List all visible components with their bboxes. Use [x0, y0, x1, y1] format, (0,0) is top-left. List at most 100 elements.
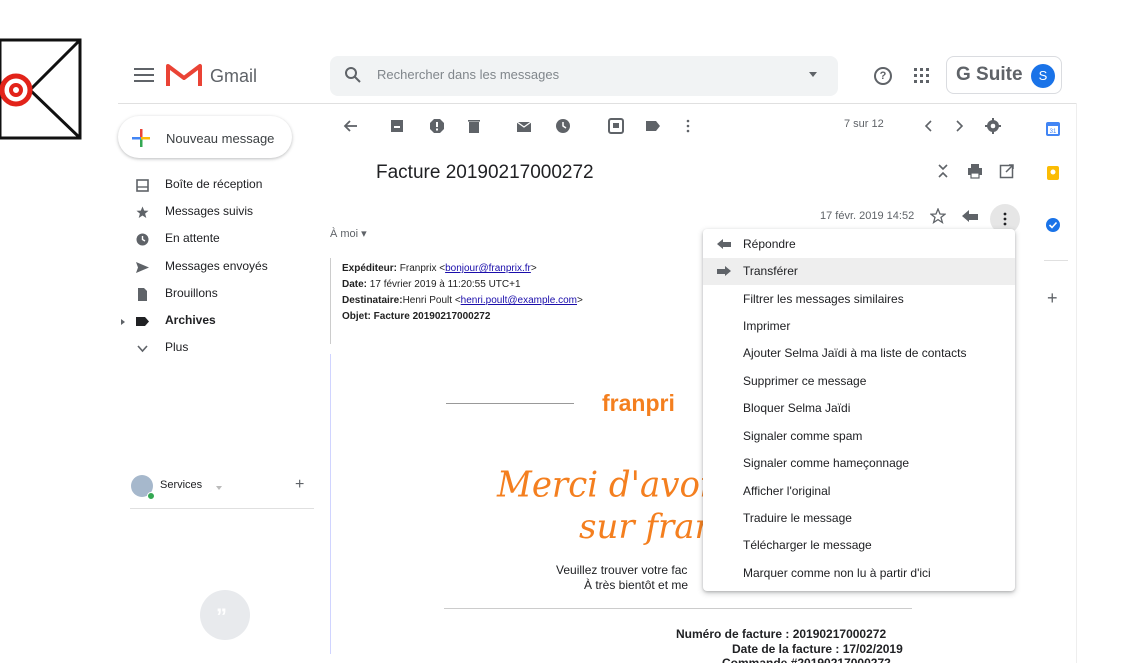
menu-item-block[interactable]: Bloquer Selma Jaïdi — [703, 395, 1015, 422]
help-icon[interactable]: ? — [874, 67, 892, 85]
menu-item-show-original[interactable]: Afficher l'original — [703, 478, 1015, 505]
sidebar-item-inbox[interactable]: Boîte de réception — [118, 173, 314, 199]
search-icon[interactable] — [344, 66, 362, 84]
services-dropdown-icon[interactable] — [216, 486, 222, 490]
services-label[interactable]: Services — [160, 479, 202, 491]
decorative-rule — [446, 403, 574, 404]
email-envelope-logo — [0, 38, 82, 140]
next-icon[interactable] — [951, 118, 967, 134]
script-heading-line1: Merci d'avoir — [497, 464, 728, 506]
menu-item-add-contact[interactable]: Ajouter Selma Jaïdi à ma liste de contac… — [703, 340, 1015, 367]
menu-item-label: Imprimer — [743, 319, 791, 333]
calendar-icon[interactable]: 31 — [1046, 122, 1060, 136]
more-actions-menu: Répondre Transférer Filtrer les messages… — [703, 229, 1015, 591]
sidebar-item-sent[interactable]: Messages envoyés — [118, 255, 314, 281]
more-vertical-icon[interactable] — [997, 211, 1013, 227]
gmail-brand-label[interactable]: Gmail — [210, 66, 257, 87]
menu-item-report-spam[interactable]: Signaler comme spam — [703, 423, 1015, 450]
script-heading-line2: sur fran — [579, 507, 717, 547]
menu-item-print[interactable]: Imprimer — [703, 313, 1015, 340]
more-icon[interactable] — [680, 118, 696, 134]
star-icon[interactable] — [930, 208, 946, 224]
tasks-icon[interactable] — [1046, 218, 1060, 232]
print-icon[interactable] — [967, 163, 983, 179]
svg-text:31: 31 — [1050, 129, 1057, 135]
menu-item-label: Télécharger le message — [743, 538, 872, 552]
menu-item-label: Transférer — [743, 264, 798, 278]
keep-icon[interactable] — [1046, 166, 1060, 180]
sidebar-item-label: En attente — [165, 231, 220, 245]
fwd-date: Date: 17 février 2019 à 11:20:55 UTC+1 — [342, 279, 521, 290]
gmail-logo[interactable] — [166, 62, 202, 88]
sidebar-item-snoozed[interactable]: En attente — [118, 227, 314, 253]
menu-item-report-phishing[interactable]: Signaler comme hameçonnage — [703, 450, 1015, 477]
menu-item-mark-unread[interactable]: Marquer comme non lu à partir d'ici — [703, 560, 1015, 587]
sidebar-item-more[interactable]: Plus — [118, 336, 314, 362]
sidebar-item-label: Archives — [165, 313, 216, 327]
sidebar-item-label: Plus — [165, 340, 189, 354]
sender-email-link[interactable]: bonjour@franprix.fr — [445, 263, 531, 274]
get-addons-add-icon[interactable]: + — [1047, 288, 1058, 309]
menu-item-download[interactable]: Télécharger le message — [703, 532, 1015, 559]
expand-all-icon[interactable] — [935, 163, 951, 179]
delete-icon[interactable] — [466, 118, 482, 134]
header-divider — [118, 103, 1076, 104]
reply-icon[interactable] — [962, 210, 978, 224]
mark-unread-icon[interactable] — [516, 118, 532, 134]
sidebar-item-drafts[interactable]: Brouillons — [118, 282, 314, 308]
menu-item-translate[interactable]: Traduire le message — [703, 505, 1015, 532]
sidebar-item-label: Boîte de réception — [165, 177, 263, 191]
body-line1: Veuillez trouver votre fac — [556, 563, 688, 577]
label-icon[interactable] — [645, 118, 661, 134]
gsuite-label: G Suite — [956, 64, 1023, 85]
report-spam-icon[interactable] — [429, 118, 445, 134]
prev-icon[interactable] — [921, 118, 937, 134]
message-date: 17 févr. 2019 14:52 — [820, 210, 915, 222]
move-to-icon[interactable] — [608, 118, 624, 134]
menu-item-label: Répondre — [743, 237, 796, 251]
services-divider — [130, 508, 314, 509]
invoice-number: Numéro de facture : 20190217000272 — [676, 627, 887, 641]
archive-icon[interactable] — [389, 118, 405, 134]
invoice-order-partial: Commande #20190217000272 — [722, 656, 891, 663]
inbox-icon — [136, 179, 149, 192]
menu-item-label: Bloquer Selma Jaïdi — [743, 401, 851, 415]
forward-icon — [717, 266, 731, 276]
expand-arrow-icon[interactable] — [120, 318, 126, 326]
reply-icon — [717, 239, 731, 249]
menu-item-label: Afficher l'original — [743, 484, 831, 498]
online-status-dot — [147, 492, 155, 500]
menu-item-filter-similar[interactable]: Filtrer les messages similaires — [703, 286, 1015, 313]
apps-grid-icon[interactable] — [914, 68, 929, 83]
franprix-logo-text: franpri — [602, 390, 675, 416]
sidebar-item-archives[interactable]: Archives — [118, 309, 314, 335]
sidebar-item-label: Messages envoyés — [165, 259, 268, 273]
body-divider — [444, 608, 912, 609]
clock-icon — [136, 233, 149, 246]
back-icon[interactable] — [343, 118, 359, 134]
snooze-icon[interactable] — [555, 118, 571, 134]
menu-item-forward[interactable]: Transférer — [703, 258, 1015, 285]
quote-divider — [330, 258, 331, 344]
menu-item-label: Filtrer les messages similaires — [743, 292, 904, 306]
label-icon — [136, 317, 149, 326]
menu-item-reply[interactable]: Répondre — [703, 231, 1015, 258]
search-input[interactable]: Rechercher dans les messages — [377, 67, 559, 82]
fwd-to: Destinataire:Henri Poult <henri.poult@ex… — [342, 295, 583, 306]
menu-item-delete[interactable]: Supprimer ce message — [703, 368, 1015, 395]
recipient-toggle[interactable]: À moi ▾ — [330, 227, 367, 240]
settings-icon[interactable] — [985, 118, 1001, 134]
side-panel-separator — [1044, 260, 1068, 261]
hangouts-quote-glyph: ” — [216, 604, 227, 629]
send-icon — [136, 262, 149, 273]
sidebar-item-starred[interactable]: Messages suivis — [118, 200, 314, 226]
main-menu-icon[interactable] — [134, 66, 154, 84]
new-conversation-add-icon[interactable]: + — [295, 476, 304, 494]
open-new-window-icon[interactable] — [999, 163, 1015, 179]
recipient-email-link[interactable]: henri.poult@example.com — [461, 295, 577, 306]
account-avatar[interactable]: S — [1031, 64, 1055, 88]
search-options-dropdown-icon[interactable] — [809, 72, 817, 77]
side-panel-divider — [1076, 103, 1077, 663]
menu-item-label: Marquer comme non lu à partir d'ici — [743, 566, 931, 580]
invoice-date: Date de la facture : 17/02/2019 — [732, 642, 903, 656]
